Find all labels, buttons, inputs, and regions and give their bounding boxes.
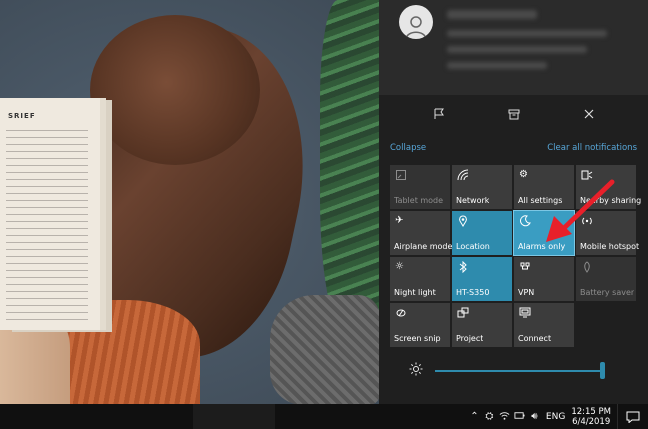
quick-action-project[interactable]: Project (452, 303, 512, 347)
location-icon (457, 215, 469, 227)
tile-label: Battery saver (580, 288, 635, 297)
defender-icon[interactable]: ⛭ (482, 411, 497, 422)
taskbar-strip (193, 404, 275, 429)
tile-label: HT-S350 (456, 288, 490, 297)
close-icon[interactable] (579, 104, 599, 124)
battery-saver-icon (581, 261, 593, 273)
tile-label: Location (456, 242, 490, 251)
chevron-up-icon[interactable]: ⌃ (467, 411, 482, 422)
blurred-notification-text (447, 62, 547, 69)
action-center-button[interactable] (617, 404, 648, 429)
wallpaper-sock (270, 295, 379, 404)
red-arrow-annotation (546, 179, 615, 242)
quick-action-night-light[interactable]: ☼ Night light (390, 257, 450, 301)
book-text-lines (6, 130, 88, 320)
clock[interactable]: 12:15 PM 6/4/2019 (571, 407, 611, 427)
blurred-notification-text (447, 46, 587, 53)
tile-label: Tablet mode (394, 196, 444, 205)
quick-action-vpn[interactable]: VPN (514, 257, 574, 301)
tile-label: Project (456, 334, 484, 343)
wifi-icon[interactable] (497, 410, 512, 424)
clock-time: 12:15 PM (571, 406, 611, 417)
wallpaper-knee (90, 15, 260, 165)
screen-snip-icon (395, 307, 407, 319)
vpn-icon (519, 261, 531, 273)
brightness-slider-thumb[interactable] (600, 362, 605, 379)
tile-label: Airplane mode (394, 242, 453, 251)
book-heading: SRIEF (8, 112, 36, 120)
tile-label: Connect (518, 334, 552, 343)
project-icon (457, 307, 469, 319)
brightness-icon (409, 362, 423, 376)
desktop-wallpaper: SRIEF (0, 0, 379, 404)
tile-label: Network (456, 196, 490, 205)
language-indicator[interactable]: ENG (546, 412, 565, 422)
person-icon (405, 16, 427, 39)
airplane-icon: ✈ (395, 215, 404, 226)
wallpaper-tree-branch (320, 0, 379, 330)
gear-icon: ⚙ (519, 169, 528, 180)
avatar (399, 5, 433, 39)
night-light-icon: ☼ (395, 261, 404, 272)
taskbar: ⌃ ⛭ 🔊︎ ENG 12:15 PM 6/4/2019 (0, 404, 648, 429)
network-icon (457, 169, 469, 181)
quick-action-battery-saver[interactable]: Battery saver (576, 257, 636, 301)
collapse-link[interactable]: Collapse (390, 143, 426, 153)
quick-action-screen-snip[interactable]: Screen snip (390, 303, 450, 347)
brightness-control (409, 362, 609, 380)
archive-icon[interactable] (504, 104, 524, 124)
system-tray: ⌃ ⛭ 🔊︎ ENG 12:15 PM 6/4/2019 (467, 404, 648, 429)
quick-action-connect[interactable]: Connect (514, 303, 574, 347)
battery-icon[interactable] (512, 410, 527, 424)
quick-action-location[interactable]: Location (452, 211, 512, 255)
blurred-notification-text (447, 30, 607, 37)
tile-label: VPN (518, 288, 535, 297)
wallpaper-book: SRIEF (0, 98, 100, 330)
clock-date: 6/4/2019 (572, 416, 611, 427)
quick-action-tablet-mode[interactable]: Tablet mode (390, 165, 450, 209)
brightness-slider-track[interactable] (435, 370, 603, 372)
tile-label: Screen snip (394, 334, 441, 343)
quick-action-airplane-mode[interactable]: ✈ Airplane mode (390, 211, 453, 255)
blurred-notification-title (447, 10, 537, 19)
flag-icon[interactable] (429, 104, 449, 124)
tablet-mode-icon (395, 169, 407, 181)
connect-icon (519, 307, 531, 319)
clear-all-notifications-link[interactable]: Clear all notifications (547, 143, 637, 153)
notification-card[interactable] (379, 0, 648, 95)
tile-label: Night light (394, 288, 436, 297)
notification-icon (626, 411, 640, 423)
bluetooth-icon (457, 260, 469, 274)
notification-actions (379, 100, 648, 128)
volume-icon[interactable]: 🔊︎ (527, 411, 542, 422)
moon-icon (519, 215, 531, 227)
quick-action-network[interactable]: Network (452, 165, 512, 209)
quick-action-bluetooth[interactable]: HT-S350 (452, 257, 512, 301)
